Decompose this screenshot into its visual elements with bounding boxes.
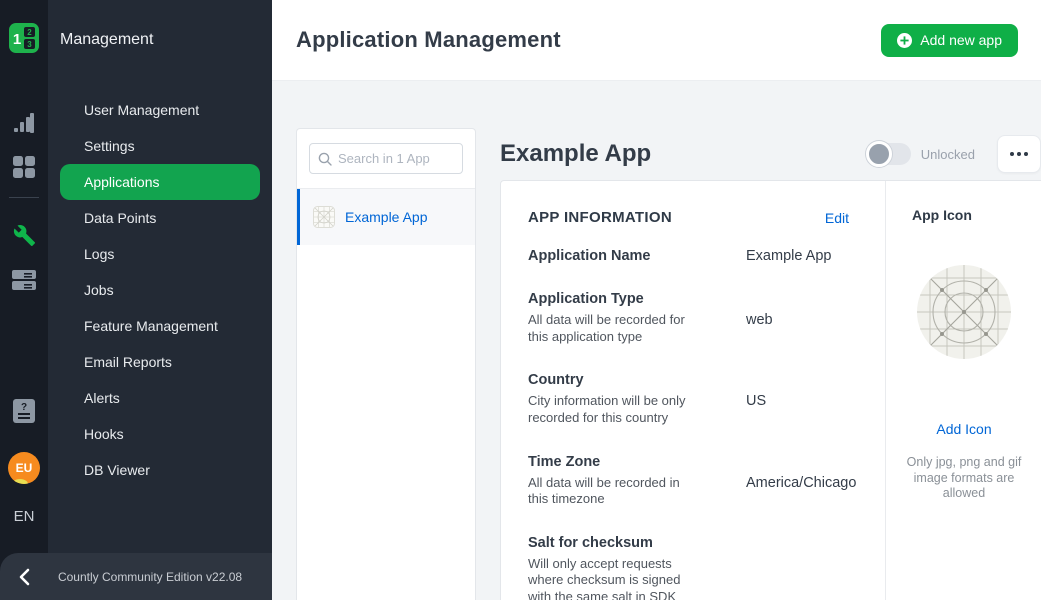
- sidebar-section-title: Management: [60, 31, 153, 49]
- strip-divider: [9, 197, 39, 198]
- app-information-section: APP INFORMATION Edit Application Name Ex…: [501, 181, 885, 600]
- field-value: web: [746, 312, 849, 345]
- language-selector[interactable]: EN: [0, 508, 48, 525]
- search-input[interactable]: [338, 151, 453, 166]
- app-search-box[interactable]: [309, 143, 463, 174]
- ellipsis-icon: [1010, 152, 1014, 156]
- sidebar-item-alerts[interactable]: Alerts: [60, 380, 260, 416]
- search-icon: [318, 152, 332, 166]
- field-time-zone: Time Zone All data will be recorded in t…: [528, 454, 849, 508]
- more-options-button[interactable]: [997, 135, 1041, 173]
- field-value: America/Chicago: [746, 475, 856, 508]
- countly-logo[interactable]: 1 2 3: [9, 23, 39, 53]
- field-value: [746, 556, 849, 600]
- field-label: Salt for checksum: [528, 535, 746, 551]
- field-salt-for-checksum: Salt for checksum Will only accept reque…: [528, 535, 849, 600]
- field-country: Country City information will be only re…: [528, 372, 849, 426]
- field-value: US: [746, 393, 849, 426]
- lock-toggle-knob: [866, 141, 892, 167]
- add-new-app-label: Add new app: [920, 32, 1002, 48]
- add-icon-link[interactable]: Add Icon: [886, 421, 1041, 437]
- field-label: Application Type: [528, 291, 746, 307]
- sidebar-item-settings[interactable]: Settings: [60, 128, 260, 164]
- field-application-type: Application Type All data will be record…: [528, 291, 849, 345]
- field-value: Example App: [746, 248, 849, 264]
- chevron-left-icon: [18, 568, 30, 586]
- grid-icon[interactable]: [0, 156, 48, 178]
- field-description: All data will be recorded for this appli…: [528, 312, 700, 345]
- app-detail-header: Example App Unlocked: [500, 128, 1041, 180]
- management-menu: User Management Settings Applications Da…: [48, 92, 272, 488]
- app-search-section: [297, 129, 475, 189]
- bar-chart-icon[interactable]: [0, 112, 48, 134]
- svg-text:1: 1: [13, 31, 21, 48]
- help-icon[interactable]: ?: [0, 399, 48, 423]
- lock-state-label: Unlocked: [921, 147, 975, 162]
- sidebar-item-user-management[interactable]: User Management: [60, 92, 260, 128]
- sidebar-icon-strip: 1 2 3: [0, 0, 48, 600]
- field-label: Application Name: [528, 248, 746, 264]
- edit-link[interactable]: Edit: [825, 210, 849, 226]
- page-title: Application Management: [296, 27, 561, 53]
- app-list-item-label: Example App: [345, 209, 428, 225]
- sidebar-item-db-viewer[interactable]: DB Viewer: [60, 452, 260, 488]
- app-icon-title: App Icon: [886, 207, 1041, 223]
- wrench-icon[interactable]: [0, 224, 48, 247]
- lock-toggle[interactable]: [867, 143, 911, 165]
- server-icon[interactable]: [0, 269, 48, 292]
- field-description: City information will be only recorded f…: [528, 393, 700, 426]
- app-list-panel: Example App: [296, 128, 476, 600]
- app-detail-title: Example App: [500, 140, 867, 168]
- avatar-initials: EU: [16, 461, 33, 475]
- version-label: Countly Community Edition v22.08: [48, 570, 272, 584]
- field-description: Will only accept requests where checksum…: [528, 556, 700, 600]
- wireframe-sphere-icon: [917, 265, 1011, 359]
- field-description: All data will be recorded in this timezo…: [528, 475, 700, 508]
- field-application-name: Application Name Example App: [528, 248, 849, 264]
- sidebar-item-hooks[interactable]: Hooks: [60, 416, 260, 452]
- svg-text:2: 2: [27, 28, 32, 37]
- sidebar: 1 2 3: [0, 0, 272, 600]
- user-avatar[interactable]: EU: [8, 452, 40, 484]
- icon-format-note: Only jpg, png and gif image formats are …: [905, 455, 1023, 502]
- section-title: APP INFORMATION: [528, 209, 672, 226]
- sidebar-item-data-points[interactable]: Data Points: [60, 200, 260, 236]
- add-new-app-button[interactable]: Add new app: [881, 24, 1018, 57]
- app-icon-panel: App Icon: [885, 181, 1041, 600]
- sidebar-footer: Countly Community Edition v22.08: [0, 553, 272, 600]
- field-label: Time Zone: [528, 454, 746, 470]
- sidebar-item-applications[interactable]: Applications: [60, 164, 260, 200]
- svg-text:?: ?: [21, 402, 27, 413]
- main-header: Application Management Add new app: [272, 0, 1041, 81]
- svg-text:3: 3: [27, 40, 32, 49]
- collapse-sidebar-button[interactable]: [0, 568, 48, 586]
- sidebar-item-email-reports[interactable]: Email Reports: [60, 344, 260, 380]
- plus-circle-icon: [897, 33, 912, 48]
- app-placeholder-icon: [313, 206, 335, 228]
- sidebar-item-feature-management[interactable]: Feature Management: [60, 308, 260, 344]
- sidebar-item-logs[interactable]: Logs: [60, 236, 260, 272]
- app-list-item-example-app[interactable]: Example App: [297, 189, 475, 245]
- field-label: Country: [528, 372, 746, 388]
- sidebar-item-jobs[interactable]: Jobs: [60, 272, 260, 308]
- app-information-card: APP INFORMATION Edit Application Name Ex…: [500, 180, 1041, 600]
